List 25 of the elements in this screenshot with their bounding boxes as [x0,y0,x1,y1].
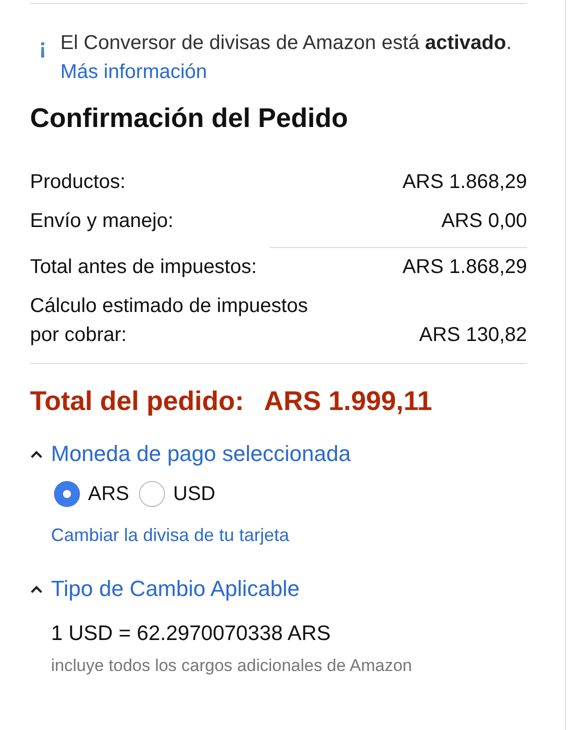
summary-label: Cálculo estimado de impuestos por cobrar: [30,294,309,348]
info-icon: ¡ [39,29,46,87]
summary-label: Productos: [30,170,126,195]
radio-label[interactable]: ARS [88,482,130,506]
summary-value: ARS 130,82 [419,323,527,348]
change-currency-link[interactable]: Cambiar la divisa de tu tarjeta [51,525,290,546]
total-label: Total del pedido: [30,386,244,417]
summary-label: Envío y manejo: [30,209,174,234]
radio-button[interactable] [139,481,166,507]
notice-text: El Conversor de divisas de Amazon está activado. Más información [60,31,513,85]
total-value: ARS 1.999,11 [264,386,432,417]
section-heading-link[interactable]: Tipo de Cambio Aplicable [51,576,300,602]
radio-button[interactable] [54,481,80,507]
caret-icon[interactable] [30,450,43,458]
radio-label[interactable]: USD [173,482,216,506]
caret-icon[interactable] [30,584,43,594]
section-heading-link[interactable]: Moneda de pago seleccionada [51,441,351,467]
summary-label: Total antes de impuestos: [30,255,257,280]
summary-value: ARS 0,00 [441,209,527,234]
fee-note: incluye todos los cargos adicionales de Amazon [51,656,413,676]
exchange-rate-text: 1 USD = 62.2970070338 ARS [51,622,332,646]
more-info-link[interactable]: Más información [60,61,208,83]
summary-value: ARS 1.868,29 [402,170,527,195]
summary-value: ARS 1.868,29 [402,255,527,280]
order-title: Confirmación del Pedido [30,102,350,135]
